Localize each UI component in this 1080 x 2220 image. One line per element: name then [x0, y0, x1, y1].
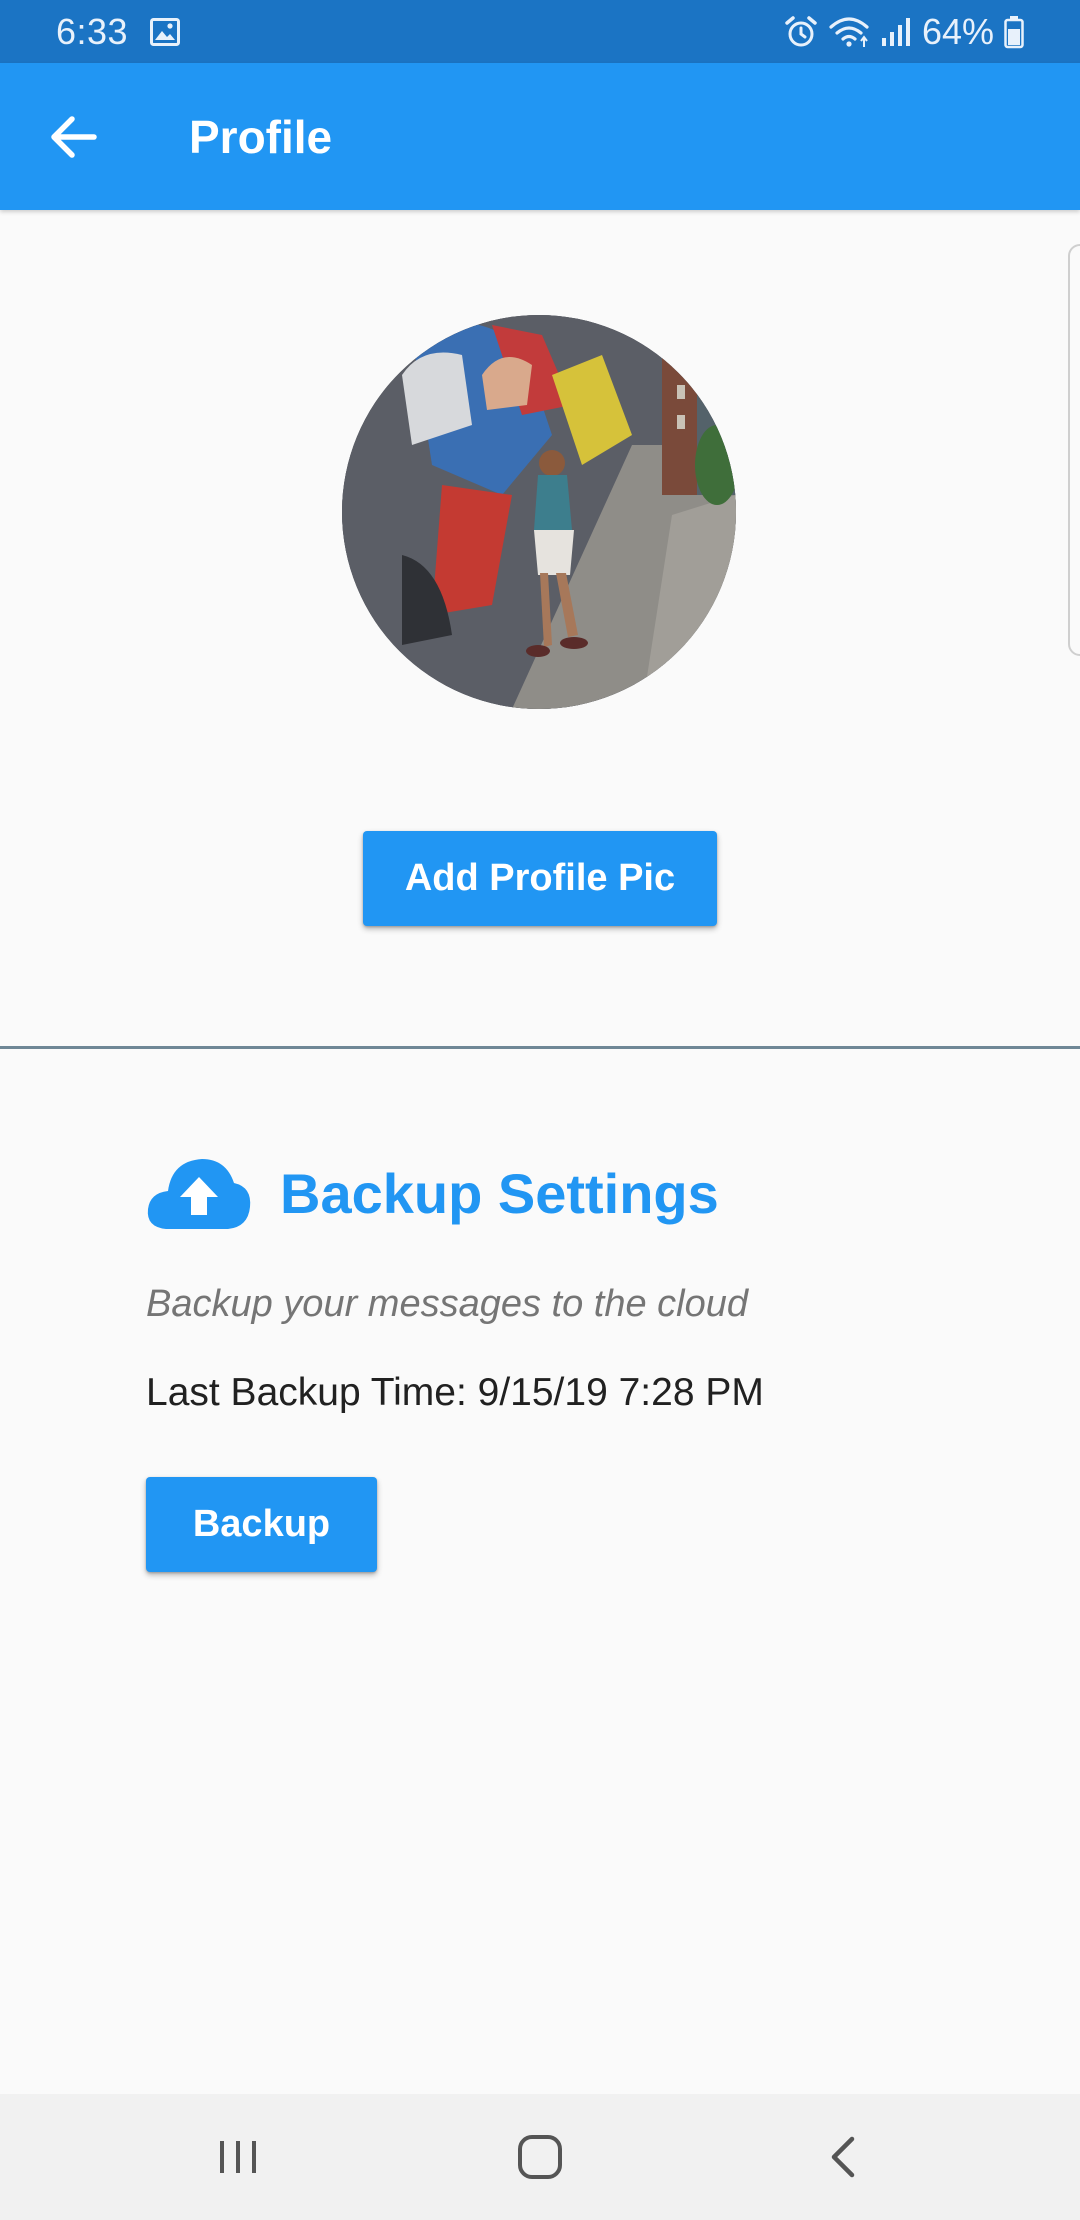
app-bar: Profile — [0, 63, 1080, 210]
backup-description: Backup your messages to the cloud — [146, 1283, 749, 1325]
recents-button[interactable] — [158, 2094, 318, 2220]
alarm-icon — [784, 15, 818, 49]
status-bar: 6:33 64% — [0, 0, 1080, 63]
scroll-indicator[interactable] — [1068, 244, 1080, 656]
status-time: 6:33 — [56, 10, 129, 52]
home-button[interactable] — [460, 2094, 620, 2220]
back-button[interactable] — [14, 77, 134, 197]
wifi-icon — [828, 15, 870, 49]
battery-percentage: 64% — [921, 10, 994, 52]
signal-icon — [880, 16, 912, 48]
backup-button[interactable]: Backup — [146, 1477, 377, 1572]
nav-back-button[interactable] — [763, 2094, 923, 2220]
add-profile-pic-button[interactable]: Add Profile Pic — [363, 831, 717, 926]
image-icon — [150, 17, 181, 46]
arrow-left-icon — [51, 115, 97, 158]
recents-icon — [220, 2141, 256, 2173]
home-icon — [518, 2135, 562, 2179]
page-title: Profile — [189, 110, 333, 163]
section-divider — [0, 1046, 1080, 1049]
navigation-bar — [0, 2094, 1080, 2220]
battery-icon — [1004, 15, 1024, 49]
profile-avatar[interactable] — [342, 315, 736, 709]
back-icon — [831, 2136, 855, 2178]
backup-settings-header: Backup Settings — [146, 1155, 719, 1231]
cloud-upload-icon — [147, 1159, 251, 1229]
backup-settings-title: Backup Settings — [280, 1161, 719, 1225]
last-backup-time: Last Backup Time: 9/15/19 7:28 PM — [146, 1371, 764, 1414]
